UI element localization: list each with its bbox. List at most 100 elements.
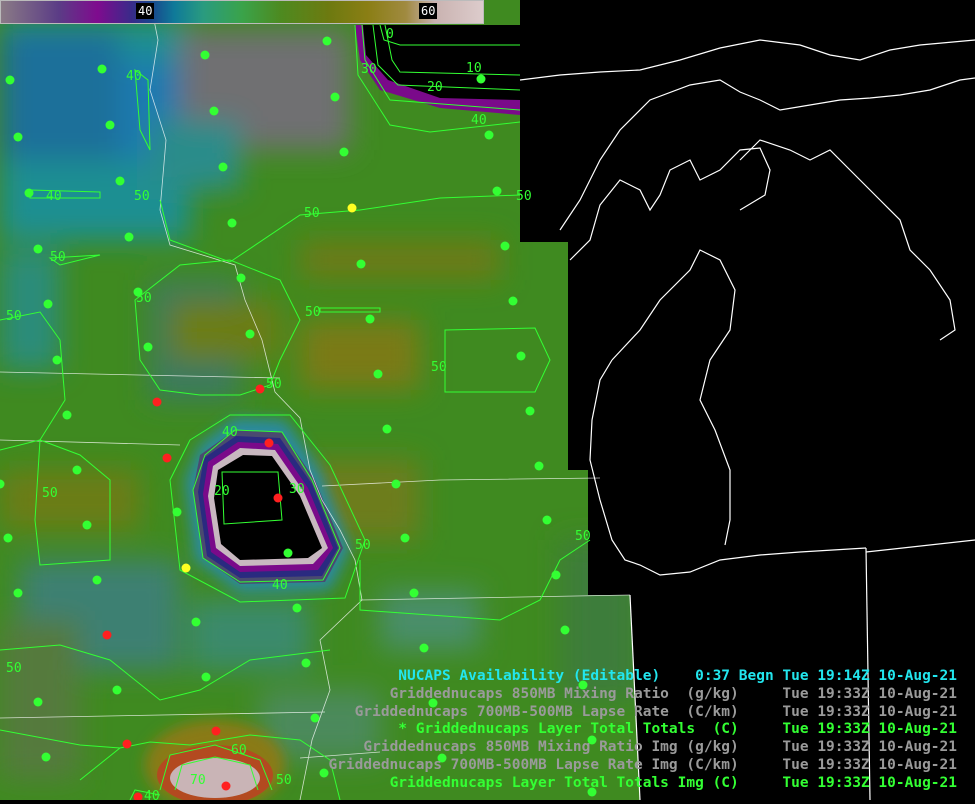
obs-point[interactable] bbox=[310, 713, 320, 723]
obs-point[interactable] bbox=[209, 106, 219, 116]
obs-point-failed[interactable] bbox=[152, 397, 162, 407]
contour-label: 10 bbox=[466, 61, 482, 76]
legend-item-layer-total-totals[interactable]: * Griddednucaps Layer Total Totals (C) T… bbox=[328, 721, 957, 739]
obs-point-failed[interactable] bbox=[102, 630, 112, 640]
obs-point[interactable] bbox=[245, 329, 255, 339]
contour-label: 50 bbox=[42, 486, 58, 501]
obs-point[interactable] bbox=[143, 342, 153, 352]
obs-point-failed[interactable] bbox=[211, 726, 221, 736]
obs-point[interactable] bbox=[382, 424, 392, 434]
obs-point[interactable] bbox=[124, 232, 134, 242]
obs-point[interactable] bbox=[339, 147, 349, 157]
obs-point[interactable] bbox=[5, 75, 15, 85]
obs-point[interactable] bbox=[516, 351, 526, 361]
obs-point[interactable] bbox=[492, 186, 502, 196]
contour-label: 30 bbox=[289, 482, 305, 497]
obs-point-failed[interactable] bbox=[122, 739, 132, 749]
legend-item-layer-total-totals-img[interactable]: Griddednucaps Layer Total Totals Img (C)… bbox=[328, 775, 957, 793]
contour-label: 0 bbox=[386, 27, 394, 42]
obs-point[interactable] bbox=[508, 296, 518, 306]
obs-point[interactable] bbox=[52, 355, 62, 365]
contour-label: 50 bbox=[304, 206, 320, 221]
contour-label: 50 bbox=[305, 305, 321, 320]
obs-point[interactable] bbox=[356, 259, 366, 269]
contour-label: 50 bbox=[575, 529, 591, 544]
contour-label: 40 bbox=[272, 578, 288, 593]
contour-label: 40 bbox=[222, 425, 238, 440]
obs-point[interactable] bbox=[13, 588, 23, 598]
legend-item-nucaps-availability[interactable]: NUCAPS Availability (Editable) 0:37 Begn… bbox=[328, 668, 957, 686]
colorbar-label: 60 bbox=[419, 3, 438, 19]
obs-point[interactable] bbox=[292, 603, 302, 613]
obs-point[interactable] bbox=[97, 64, 107, 74]
obs-point-failed[interactable] bbox=[162, 453, 172, 463]
contour-label: 50 bbox=[6, 661, 22, 676]
legend-item-850mb-mixing-ratio[interactable]: Griddednucaps 850MB Mixing Ratio (g/kg) … bbox=[328, 686, 957, 704]
obs-point[interactable] bbox=[33, 697, 43, 707]
obs-point[interactable] bbox=[400, 533, 410, 543]
contour-label: 50 bbox=[431, 360, 447, 375]
obs-point[interactable] bbox=[534, 461, 544, 471]
obs-point-failed[interactable] bbox=[255, 384, 265, 394]
obs-point[interactable] bbox=[133, 287, 143, 297]
obs-point[interactable] bbox=[218, 162, 228, 172]
obs-point[interactable] bbox=[3, 533, 13, 543]
obs-point[interactable] bbox=[542, 515, 552, 525]
obs-point[interactable] bbox=[409, 588, 419, 598]
obs-point[interactable] bbox=[301, 658, 311, 668]
contour-label: 50 bbox=[355, 538, 371, 553]
obs-point-warning[interactable] bbox=[347, 203, 357, 213]
obs-point[interactable] bbox=[365, 314, 375, 324]
obs-point[interactable] bbox=[476, 74, 486, 84]
obs-point[interactable] bbox=[201, 672, 211, 682]
obs-point[interactable] bbox=[484, 130, 494, 140]
obs-point[interactable] bbox=[72, 465, 82, 475]
obs-point[interactable] bbox=[105, 120, 115, 130]
obs-point[interactable] bbox=[322, 36, 332, 46]
contour-label: 40 bbox=[46, 189, 62, 204]
contour-label: 20 bbox=[427, 80, 443, 95]
obs-point-failed[interactable] bbox=[221, 781, 231, 791]
obs-point[interactable] bbox=[200, 50, 210, 60]
obs-point[interactable] bbox=[13, 132, 23, 142]
contour-label: 50 bbox=[516, 189, 532, 204]
obs-point-warning[interactable] bbox=[181, 563, 191, 573]
obs-point[interactable] bbox=[62, 410, 72, 420]
contour-label: 40 bbox=[126, 69, 142, 84]
contour-label: 50 bbox=[266, 377, 282, 392]
obs-point[interactable] bbox=[560, 625, 570, 635]
obs-point[interactable] bbox=[92, 575, 102, 585]
contour-label: 20 bbox=[214, 484, 230, 499]
contour-label: 50 bbox=[50, 250, 66, 265]
legend-item-lapse-rate-img[interactable]: Griddednucaps 700MB-500MB Lapse Rate Img… bbox=[328, 757, 957, 775]
obs-point[interactable] bbox=[500, 241, 510, 251]
obs-point[interactable] bbox=[227, 218, 237, 228]
obs-point-failed[interactable] bbox=[273, 493, 283, 503]
obs-point[interactable] bbox=[43, 299, 53, 309]
contour-label: 30 bbox=[361, 62, 377, 77]
obs-point[interactable] bbox=[330, 92, 340, 102]
obs-point[interactable] bbox=[283, 548, 293, 558]
obs-point[interactable] bbox=[112, 685, 122, 695]
product-legend: NUCAPS Availability (Editable) 0:37 Begn… bbox=[328, 668, 957, 793]
obs-point[interactable] bbox=[41, 752, 51, 762]
legend-item-lapse-rate[interactable]: Griddednucaps 700MB-500MB Lapse Rate (C/… bbox=[328, 704, 957, 722]
obs-point[interactable] bbox=[551, 570, 561, 580]
legend-item-850mb-mixing-ratio-img[interactable]: Griddednucaps 850MB Mixing Ratio Img (g/… bbox=[328, 739, 957, 757]
obs-point[interactable] bbox=[373, 369, 383, 379]
obs-point[interactable] bbox=[24, 188, 34, 198]
contour-label: 60 bbox=[231, 743, 247, 758]
obs-point-failed[interactable] bbox=[264, 438, 274, 448]
obs-point[interactable] bbox=[525, 406, 535, 416]
obs-point[interactable] bbox=[115, 176, 125, 186]
obs-point[interactable] bbox=[82, 520, 92, 530]
obs-point[interactable] bbox=[33, 244, 43, 254]
contour-label: 50 bbox=[134, 189, 150, 204]
obs-point[interactable] bbox=[319, 768, 329, 778]
obs-point[interactable] bbox=[191, 617, 201, 627]
obs-point[interactable] bbox=[391, 479, 401, 489]
colorbar[interactable]: 40 60 bbox=[0, 0, 484, 24]
obs-point[interactable] bbox=[419, 643, 429, 653]
obs-point[interactable] bbox=[236, 273, 246, 283]
obs-point[interactable] bbox=[172, 507, 182, 517]
